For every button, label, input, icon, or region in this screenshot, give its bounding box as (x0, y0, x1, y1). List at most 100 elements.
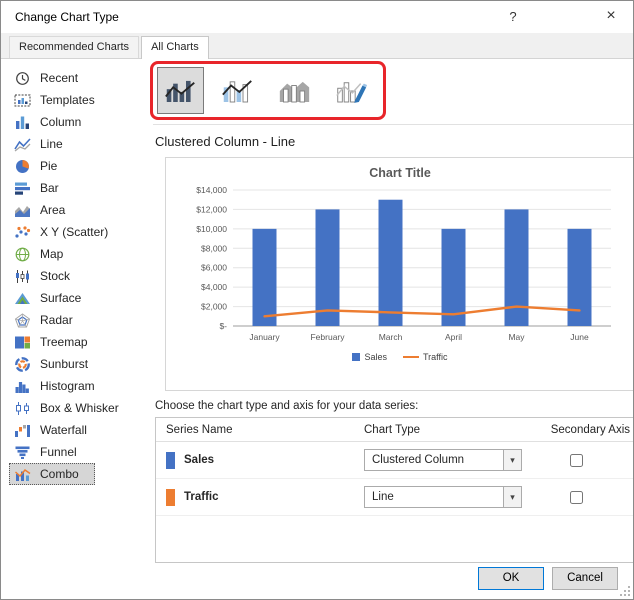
col-secondary-axis: Secondary Axis (522, 424, 630, 436)
legend-line-marker (403, 356, 419, 359)
sidebar-item-combo[interactable]: Combo (9, 463, 95, 485)
resize-grip[interactable] (618, 584, 631, 597)
subtype-button-clustered-column-line-secondary[interactable] (214, 67, 261, 114)
sidebar-item-templates[interactable]: Templates (9, 89, 111, 111)
tab-all-charts[interactable]: All Charts (141, 36, 209, 59)
sidebar-item-treemap[interactable]: Treemap (9, 331, 104, 353)
svg-text:March: March (379, 332, 403, 342)
svg-text:June: June (570, 332, 589, 342)
scatter-icon (14, 225, 31, 240)
subtype-button-stacked-area-clustered-column[interactable] (271, 67, 318, 114)
sidebar-item-label: Column (40, 115, 81, 129)
sidebar-item-label: Templates (40, 93, 95, 107)
sidebar-item-pie[interactable]: Pie (9, 155, 73, 177)
chart-legend: Sales Traffic (166, 352, 634, 362)
sidebar-item-area[interactable]: Area (9, 199, 81, 221)
chart-type-list: Recent Templates Column Line Pie Bar Area X Y (… (1, 59, 143, 563)
close-button[interactable]: × (595, 1, 627, 31)
series-color-swatch (166, 452, 175, 469)
combo-icon (14, 467, 31, 482)
preview-chart-svg: $14,000$12,000$10,000$8,000$6,000$4,000$… (181, 182, 619, 350)
series-row-sales: Sales Clustered Column▾ (156, 442, 634, 479)
cancel-button[interactable]: Cancel (552, 567, 618, 590)
sidebar-item-recent[interactable]: Recent (9, 67, 94, 89)
svg-text:$2,000: $2,000 (201, 302, 227, 312)
ok-button[interactable]: OK (478, 567, 544, 590)
series-color-swatch (166, 489, 175, 506)
sidebar-item-label: Box & Whisker (40, 401, 119, 415)
svg-text:$12,000: $12,000 (196, 204, 227, 214)
sidebar-item-label: Combo (40, 467, 79, 481)
chevron-down-icon[interactable]: ▾ (503, 487, 521, 507)
chart-type-value: Clustered Column (365, 450, 503, 470)
sidebar-item-label: Stock (40, 269, 70, 283)
svg-text:$-: $- (219, 321, 227, 331)
legend-label: Sales (364, 352, 387, 362)
change-chart-type-dialog: Change Chart Type ? × Recommended Charts… (0, 0, 634, 600)
svg-text:May: May (508, 332, 525, 342)
chart-type-cell: Line▾ (364, 486, 522, 508)
series-name-cell: Sales (166, 452, 364, 469)
series-name: Traffic (184, 491, 219, 503)
sunburst-icon (14, 357, 31, 372)
chart-preview: Chart Title $14,000$12,000$10,000$8,000$… (165, 157, 634, 391)
footer: OK Cancel (1, 563, 633, 600)
sidebar-item-surface[interactable]: Surface (9, 287, 97, 309)
chart-type-dropdown[interactable]: Clustered Column▾ (364, 449, 522, 471)
stock-icon (14, 269, 31, 284)
surface-icon (14, 291, 31, 306)
sidebar-item-label: Recent (40, 71, 78, 85)
series-name-cell: Traffic (166, 489, 364, 506)
col-series-name: Series Name (166, 424, 364, 436)
secondary-axis-checkbox[interactable] (570, 454, 583, 467)
secondary-axis-checkbox[interactable] (570, 491, 583, 504)
sidebar-item-x-y-scatter-[interactable]: X Y (Scatter) (9, 221, 124, 243)
svg-text:$8,000: $8,000 (201, 243, 227, 253)
pie-icon (14, 159, 31, 174)
sidebar-item-label: X Y (Scatter) (40, 225, 108, 239)
sidebar-item-waterfall[interactable]: Waterfall (9, 419, 103, 441)
boxwhisker-icon (14, 401, 31, 416)
sidebar-item-label: Area (40, 203, 65, 217)
sidebar-item-histogram[interactable]: Histogram (9, 375, 111, 397)
templates-icon (14, 93, 31, 108)
title-bar: Change Chart Type ? × (1, 1, 633, 33)
sidebar-item-line[interactable]: Line (9, 133, 79, 155)
main-panel: Clustered Column - Line Chart Title $14,… (143, 59, 634, 563)
sidebar-item-stock[interactable]: Stock (9, 265, 86, 287)
sidebar-item-funnel[interactable]: Funnel (9, 441, 93, 463)
help-button[interactable]: ? (497, 1, 529, 31)
sidebar-item-label: Waterfall (40, 423, 87, 437)
sidebar-item-map[interactable]: Map (9, 243, 79, 265)
secondary-axis-cell (522, 454, 630, 467)
area-icon (14, 203, 31, 218)
sidebar-item-sunburst[interactable]: Sunburst (9, 353, 104, 375)
treemap-icon (14, 335, 31, 350)
svg-text:$14,000: $14,000 (196, 185, 227, 195)
chart-type-dropdown[interactable]: Line▾ (364, 486, 522, 508)
sidebar-item-label: Bar (40, 181, 59, 195)
secondary-axis-cell (522, 491, 630, 504)
recent-icon (14, 71, 31, 86)
subtype-button-custom-combination[interactable] (328, 67, 375, 114)
dialog-title: Change Chart Type (1, 10, 119, 24)
sidebar-item-box-whisker[interactable]: Box & Whisker (9, 397, 135, 419)
svg-text:$10,000: $10,000 (196, 224, 227, 234)
chart-type-cell: Clustered Column▾ (364, 449, 522, 471)
sidebar-item-label: Treemap (40, 335, 88, 349)
sidebar-item-label: Pie (40, 159, 57, 173)
sidebar-item-radar[interactable]: Radar (9, 309, 89, 331)
sidebar-item-label: Funnel (40, 445, 77, 459)
sidebar-item-column[interactable]: Column (9, 111, 97, 133)
subtype-button-clustered-column-line[interactable] (157, 67, 204, 114)
legend-item-traffic: Traffic (403, 352, 448, 362)
sidebar-item-bar[interactable]: Bar (9, 177, 75, 199)
chevron-down-icon[interactable]: ▾ (503, 450, 521, 470)
tab-strip: Recommended ChartsAll Charts (1, 33, 633, 59)
svg-text:$4,000: $4,000 (201, 282, 227, 292)
waterfall-icon (14, 423, 31, 438)
series-name: Sales (184, 454, 214, 466)
series-table-rows: Sales Clustered Column▾ Traffic Line▾ (156, 442, 634, 516)
tab-recommended-charts[interactable]: Recommended Charts (9, 36, 139, 58)
legend-item-sales: Sales (352, 352, 387, 362)
